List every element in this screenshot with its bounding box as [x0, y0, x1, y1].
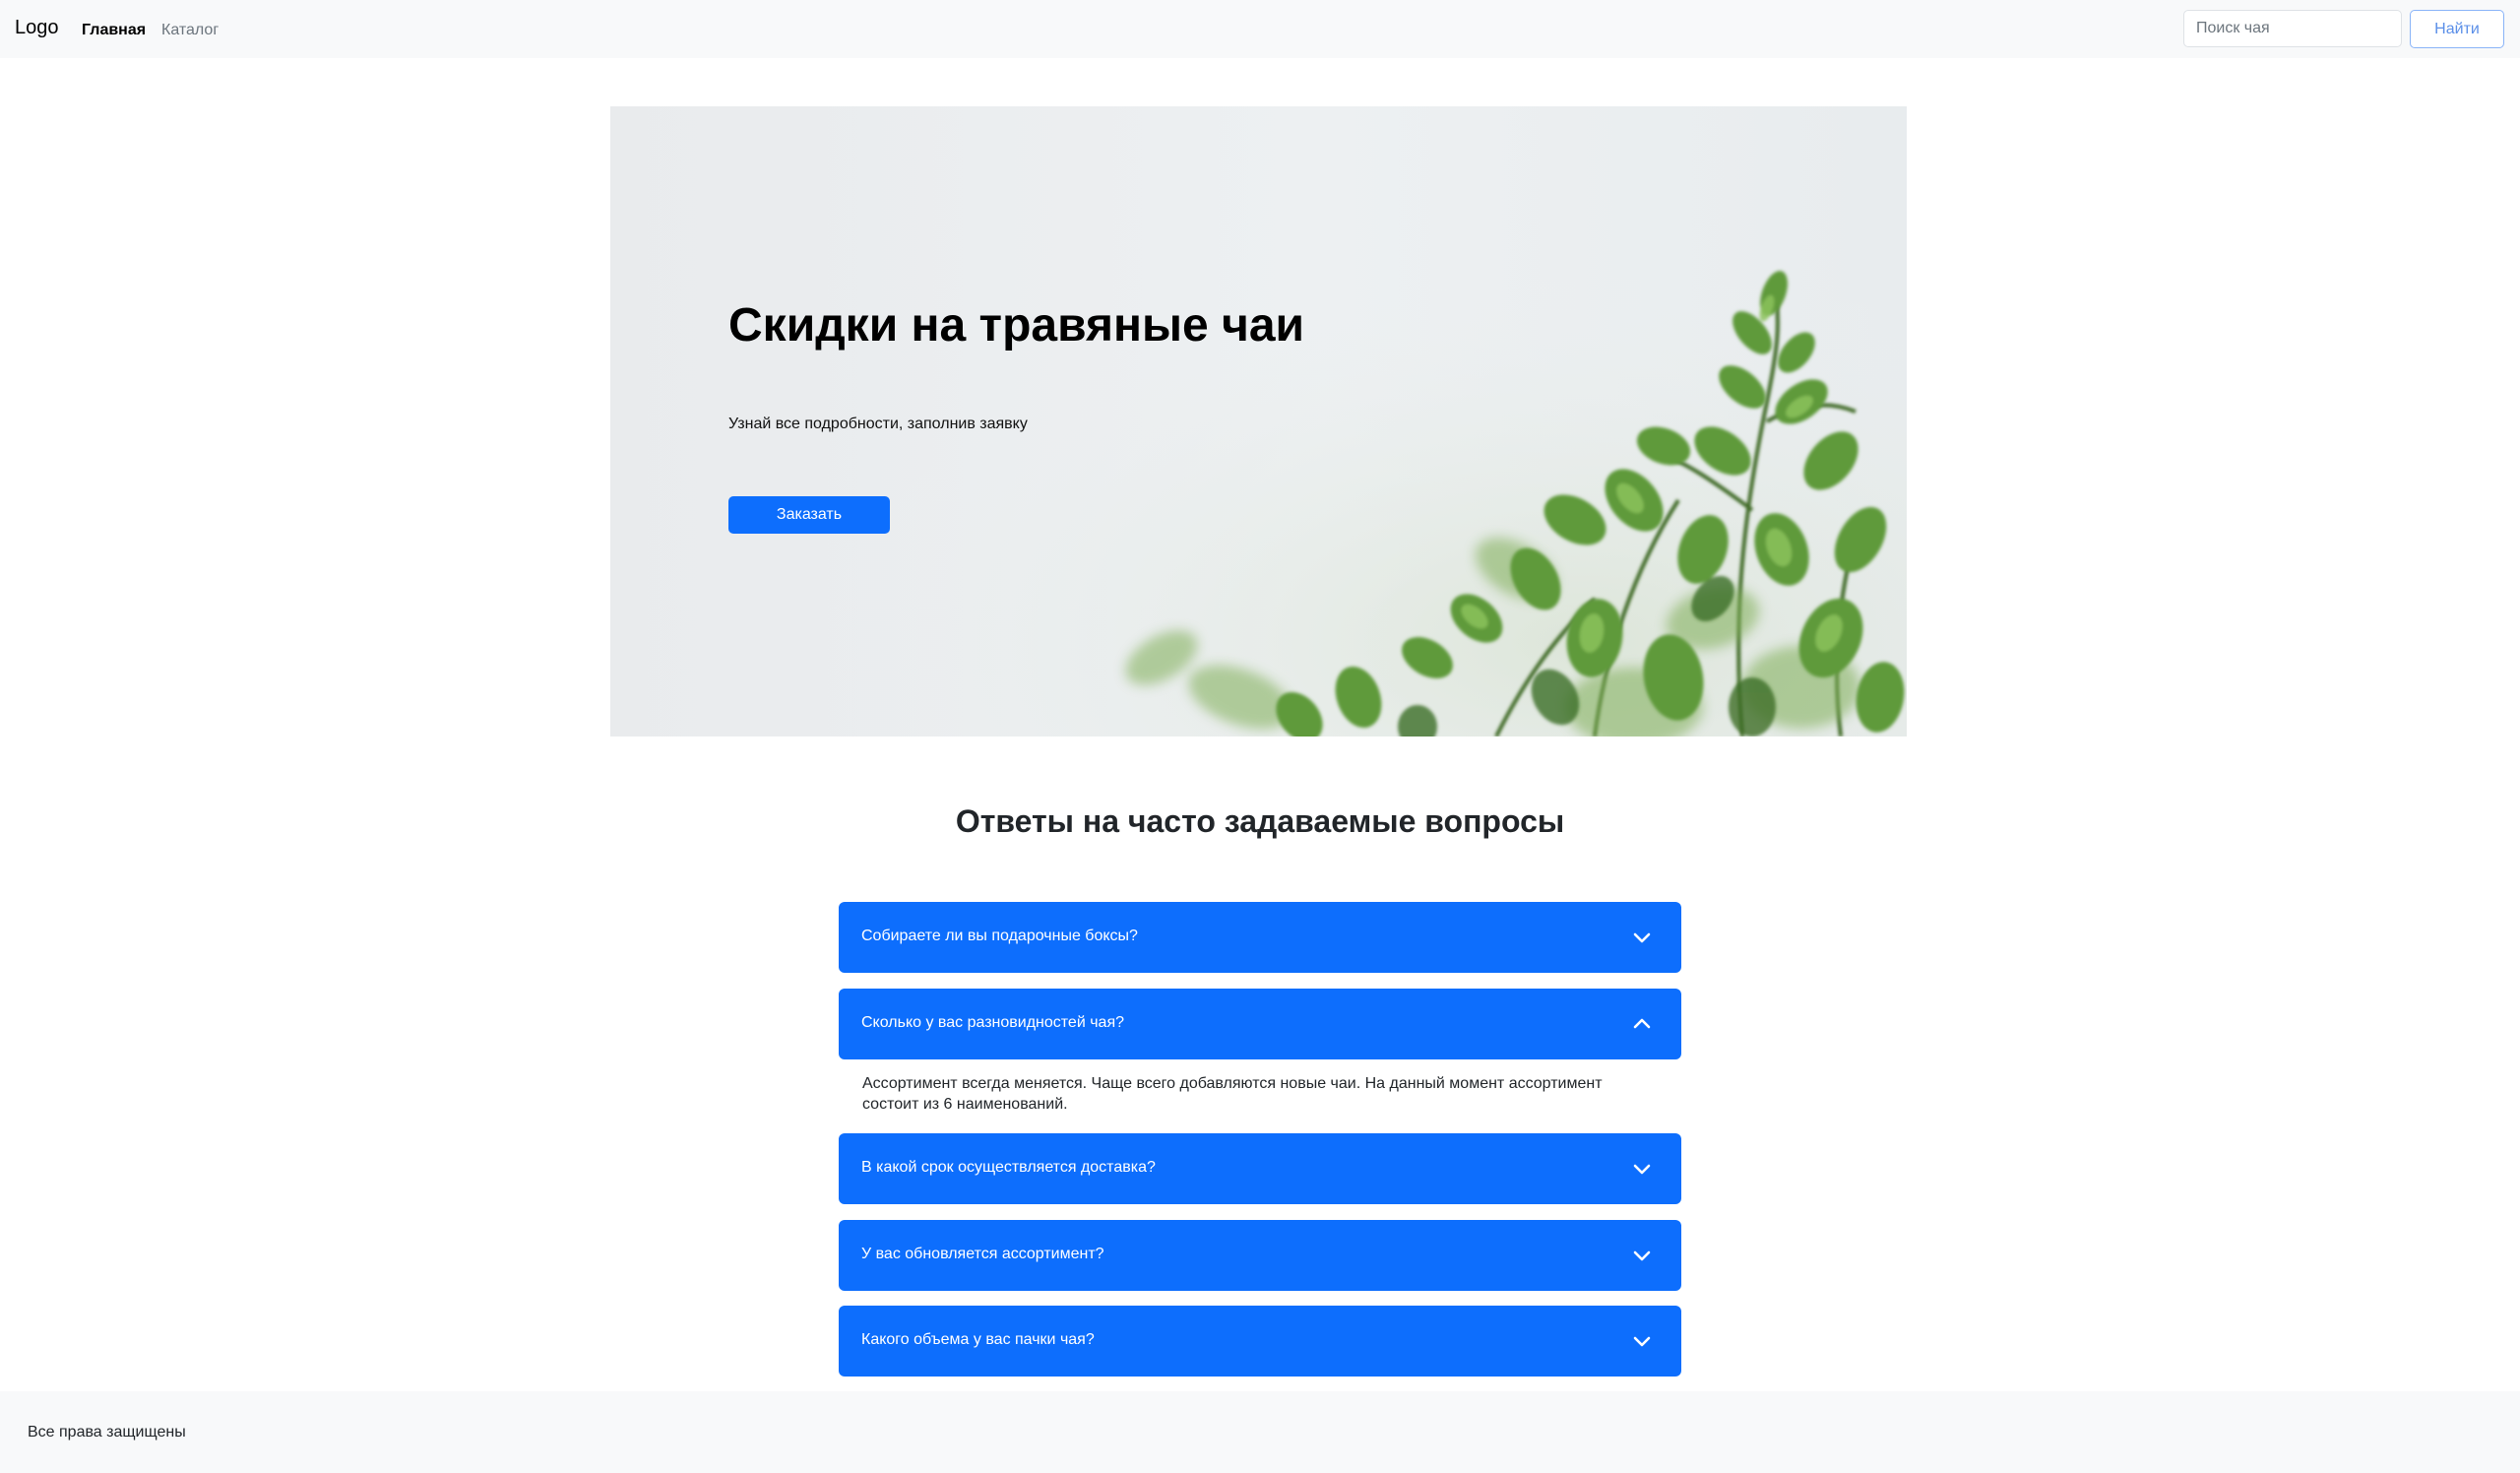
faq-item-tea-varieties[interactable]: Сколько у вас разновидностей чая?: [839, 989, 1681, 1059]
faq-answer: Ассортимент всегда меняется. Чаще всего …: [862, 1075, 1603, 1113]
footer: Все права защищены: [0, 1391, 2520, 1473]
hero-banner: Скидки на травяные чаи Узнай все подробн…: [610, 106, 1907, 736]
faq-item-assortment-update[interactable]: У вас обновляется ассортимент?: [839, 1220, 1681, 1291]
nav-link-home[interactable]: Главная: [82, 22, 146, 39]
order-button[interactable]: Заказать: [728, 496, 890, 534]
faq-item-delivery-time[interactable]: В какой срок осуществляется доставка?: [839, 1133, 1681, 1204]
chevron-down-icon: [1633, 1250, 1651, 1261]
faq-item-pack-volume[interactable]: Какого объема у вас пачки чая?: [839, 1306, 1681, 1377]
faq-question: Сколько у вас разновидностей чая?: [861, 1014, 1125, 1031]
nav-link-catalog[interactable]: Каталог: [161, 22, 219, 39]
chevron-up-icon: [1633, 1018, 1651, 1029]
faq-title: Ответы на часто задаваемые вопросы: [955, 803, 1565, 839]
faq-item-gift-boxes[interactable]: Собираете ли вы подарочные боксы?: [839, 902, 1681, 973]
chevron-down-icon: [1633, 932, 1651, 943]
search-input[interactable]: [2183, 10, 2402, 47]
chevron-down-icon: [1633, 1336, 1651, 1347]
faq-question: Собираете ли вы подарочные боксы?: [861, 928, 1138, 944]
hero-title: Скидки на травяные чаи: [728, 299, 1305, 352]
footer-copyright: Все права защищены: [28, 1424, 186, 1441]
hero-subtitle: Узнай все подробности, заполнив заявку: [728, 416, 1028, 432]
logo[interactable]: Logo: [15, 17, 59, 39]
navbar: Logo Главная Каталог Найти: [0, 0, 2520, 58]
chevron-down-icon: [1633, 1164, 1651, 1175]
faq-question: В какой срок осуществляется доставка?: [861, 1159, 1156, 1176]
search-button[interactable]: Найти: [2410, 10, 2504, 48]
faq-question: Какого объема у вас пачки чая?: [861, 1331, 1095, 1348]
faq-question: У вас обновляется ассортимент?: [861, 1246, 1104, 1262]
